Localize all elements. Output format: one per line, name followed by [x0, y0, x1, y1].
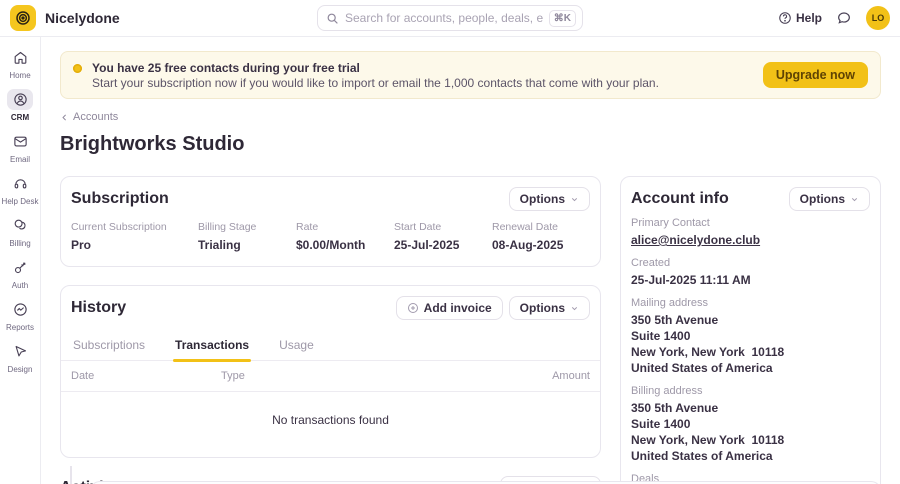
banner-title: You have 25 free contacts during your fr… — [92, 60, 360, 75]
page-title: Brightworks Studio — [60, 133, 245, 155]
sidebar-item-label: Billing — [9, 239, 31, 248]
help-button[interactable]: Help — [778, 11, 822, 25]
app-window: Nicelydone ⌘K Help — [0, 0, 900, 484]
sidebar-item-crm[interactable]: CRM — [0, 87, 40, 124]
billing-icon — [13, 218, 28, 233]
history-tabs: Subscriptions Transactions Usage — [61, 326, 600, 362]
sidebar-item-label: Help Desk — [1, 197, 39, 206]
spiral-logo-icon — [14, 9, 32, 27]
banner-subtitle: Start your subscription now if you would… — [92, 75, 659, 90]
warning-dot-icon — [73, 63, 82, 73]
header-actions: Help LO — [583, 6, 890, 30]
account-info-options-button[interactable]: Options — [788, 187, 870, 211]
primary-contact-field: Primary Contact alice@nicelydone.club — [631, 217, 870, 248]
sidebar-item-reports[interactable]: Reports — [0, 297, 40, 334]
field-start-date: Start Date 25-Jul-2025 — [394, 221, 460, 252]
trial-banner: You have 25 free contacts during your fr… — [60, 51, 881, 99]
banner-text: You have 25 free contacts during your fr… — [92, 60, 763, 91]
column-type: Type — [221, 370, 245, 382]
field-current-subscription: Current Subscription Pro — [71, 221, 167, 252]
design-icon — [13, 344, 28, 359]
sidebar-item-help-desk[interactable]: Help Desk — [0, 171, 40, 208]
app-name: Nicelydone — [45, 10, 120, 26]
search-icon — [326, 12, 339, 25]
question-circle-icon — [778, 11, 792, 25]
plus-circle-icon — [407, 302, 419, 314]
history-title: History — [71, 299, 127, 316]
sidebar-item-email[interactable]: Email — [0, 129, 40, 166]
subscription-card: Subscription Options Current Subscriptio… — [60, 176, 601, 267]
options-label: Options — [519, 301, 565, 315]
upgrade-now-button[interactable]: Upgrade now — [762, 62, 868, 88]
sidebar-item-billing[interactable]: Billing — [0, 213, 40, 250]
column-amount: Amount — [552, 370, 590, 382]
tab-subscriptions[interactable]: Subscriptions — [71, 334, 147, 360]
field-rate: Rate $0.00/Month — [296, 221, 366, 252]
history-options-button[interactable]: Options — [508, 296, 590, 320]
search-shortcut-badge: ⌘K — [548, 9, 576, 27]
global-search[interactable]: ⌘K — [317, 5, 583, 31]
add-invoice-button[interactable]: Add invoice — [395, 296, 503, 320]
add-invoice-label: Add invoice — [423, 301, 492, 315]
app-logo[interactable] — [10, 5, 36, 31]
right-column: Account info Options Primary Contact ali… — [620, 176, 881, 484]
billing-address-field: Billing address 350 5th Avenue Suite 140… — [631, 385, 785, 463]
subscription-title: Subscription — [71, 190, 169, 207]
field-billing-stage: Billing Stage Trialing — [198, 221, 257, 252]
home-icon — [13, 50, 28, 65]
chevron-left-icon — [60, 113, 69, 122]
sidebar-item-label: Email — [9, 155, 30, 164]
activity-timeline-rail — [70, 466, 72, 484]
avatar[interactable]: LO — [866, 6, 890, 30]
sidebar-item-auth[interactable]: Auth — [0, 255, 40, 292]
main-content: You have 25 free contacts during your fr… — [41, 37, 900, 484]
options-label: Options — [519, 192, 565, 206]
help-desk-icon — [13, 176, 28, 191]
help-label: Help — [795, 11, 822, 25]
sidebar-item-label: Auth — [11, 281, 29, 290]
search-input[interactable] — [345, 11, 543, 25]
history-card: History Add invoice Options Subscription… — [60, 285, 601, 458]
chevron-down-icon — [570, 195, 579, 204]
transactions-table-header: Date Type Amount — [61, 361, 600, 392]
mailing-address-field: Mailing address 350 5th Avenue Suite 140… — [631, 297, 785, 375]
account-info-card: Account info Options Primary Contact ali… — [620, 176, 881, 484]
primary-contact-link[interactable]: alice@nicelydone.club — [631, 232, 870, 248]
breadcrumb[interactable]: Accounts — [60, 109, 881, 125]
field-renewal-date: Renewal Date 08-Aug-2025 — [492, 221, 564, 252]
left-column: Subscription Options Current Subscriptio… — [60, 176, 601, 484]
chat-bubble-icon[interactable] — [836, 10, 852, 26]
top-header: Nicelydone ⌘K Help — [0, 0, 900, 37]
chevron-down-icon — [570, 304, 579, 313]
sidebar-item-home[interactable]: Home — [0, 45, 40, 82]
sidebar-item-label: CRM — [10, 113, 30, 122]
reports-icon — [13, 302, 28, 317]
chevron-down-icon — [850, 195, 859, 204]
subscription-fields: Current Subscription Pro Billing Stage T… — [61, 217, 600, 266]
auth-icon — [13, 260, 28, 275]
options-label: Options — [799, 192, 845, 206]
sidebar-item-design[interactable]: Design — [0, 339, 40, 376]
tab-transactions[interactable]: Transactions — [173, 334, 252, 362]
crm-icon — [13, 92, 28, 107]
subscription-options-button[interactable]: Options — [508, 187, 590, 211]
sidebar-item-label: Design — [7, 365, 33, 374]
tab-usage[interactable]: Usage — [277, 334, 316, 360]
header-brand: Nicelydone — [10, 5, 317, 31]
sidebar-item-label: Home — [9, 71, 31, 80]
empty-transactions-message: No transactions found — [272, 413, 389, 427]
column-date: Date — [71, 370, 95, 382]
sidebar-nav: Home CRM Email Help Desk Billing Auth Re… — [0, 37, 41, 484]
breadcrumb-label: Accounts — [73, 111, 119, 123]
email-icon — [13, 134, 28, 149]
sidebar-item-label: Reports — [5, 323, 34, 332]
account-info-title: Account info — [631, 190, 729, 207]
created-field: Created 25-Jul-2025 11:11 AM — [631, 257, 751, 287]
